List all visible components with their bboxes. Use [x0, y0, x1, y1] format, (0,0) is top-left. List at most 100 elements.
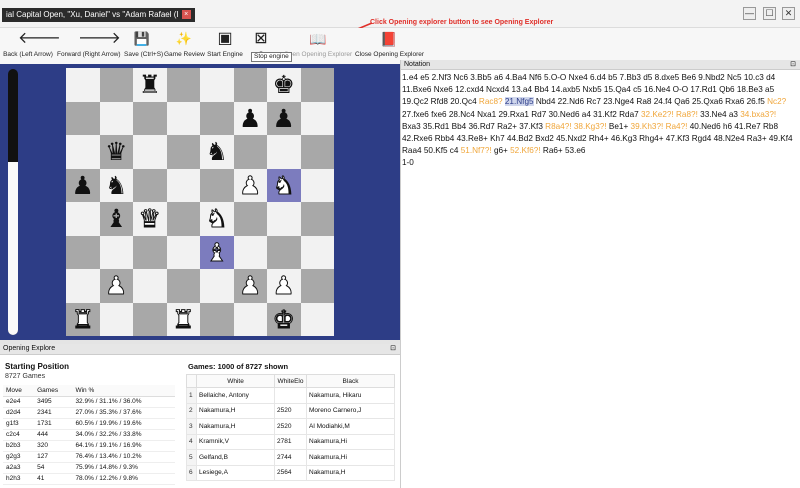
- pin-icon[interactable]: ⊡: [390, 344, 396, 354]
- move-text[interactable]: Ra6+ 53.e6: [541, 146, 586, 155]
- move-text[interactable]: 32.Ke2?! Ra8?!: [641, 110, 698, 119]
- white-knight-icon[interactable]: ♞: [272, 172, 295, 198]
- move-text[interactable]: 51.Nf7?!: [461, 146, 492, 155]
- move-text[interactable]: 39.Kh3?! Ra4?!: [631, 122, 688, 131]
- table-row[interactable]: d2d4 2341 27.0% / 35.3% / 37.6%: [3, 407, 175, 419]
- move-text[interactable]: Rac8?: [479, 97, 503, 106]
- table-row[interactable]: b2b3 320 64.1% / 19.1% / 16.9%: [3, 440, 175, 452]
- square-f4[interactable]: [233, 202, 267, 236]
- square-g1[interactable]: ♚: [267, 302, 301, 336]
- square-f8[interactable]: [233, 68, 267, 102]
- square-b8[interactable]: [99, 68, 133, 102]
- table-row[interactable]: 1 Bellaiche, Antony Nakamura, Hikaru: [186, 387, 395, 404]
- square-e7[interactable]: [200, 101, 234, 135]
- game-review-button[interactable]: ✨ Game Review: [164, 28, 205, 64]
- document-tab[interactable]: ial Capital Open, "Xu, Daniel" vs "Adam …: [2, 8, 195, 22]
- square-g3[interactable]: [267, 235, 301, 269]
- table-row[interactable]: 5 Gelfand,B 2744 Nakamura,Hi: [186, 449, 395, 466]
- move-text[interactable]: 34.bxa3?!: [740, 110, 776, 119]
- square-h2[interactable]: [300, 269, 334, 303]
- move-text[interactable]: 27.fxe6 fxe6 28.Nc4 Nxa1 29.Rxa1 Rd7 30.…: [402, 110, 641, 119]
- move-text[interactable]: Bxa3 35.Rd1 Bb4 36.Rd7 Ra2+ 37.Kf3: [402, 122, 545, 131]
- save-button[interactable]: 💾 Save (Ctrl+S): [124, 28, 163, 64]
- current-move[interactable]: 21.Nfg5: [504, 97, 534, 107]
- square-d4[interactable]: [166, 202, 200, 236]
- black-pawn-icon[interactable]: ♟: [72, 173, 94, 198]
- table-row[interactable]: a2a3 54 75.9% / 14.8% / 9.3%: [3, 462, 175, 474]
- white-queen-icon[interactable]: ♛: [138, 206, 161, 232]
- open-opening-explorer-button[interactable]: 📖 Open Opening Explorer: [283, 28, 353, 64]
- square-b1[interactable]: [99, 302, 133, 336]
- table-row[interactable]: h2h3 41 78.0% / 12.2% / 9.8%: [3, 473, 175, 485]
- forward-button[interactable]: 🡒 Forward (Right Arrow): [57, 28, 121, 64]
- black-pawn-icon[interactable]: ♟: [239, 106, 261, 131]
- square-a2[interactable]: [66, 269, 100, 303]
- square-g2[interactable]: ♟: [267, 269, 301, 303]
- move-text[interactable]: Be1+: [607, 122, 631, 131]
- square-e3[interactable]: ♝: [200, 235, 234, 269]
- back-button[interactable]: 🡐 Back (Left Arrow): [3, 28, 61, 64]
- square-d8[interactable]: [166, 68, 200, 102]
- minimize-button[interactable]: —: [743, 7, 756, 20]
- white-pawn-icon[interactable]: ♟: [105, 273, 128, 299]
- column-header[interactable]: Games: [34, 385, 73, 397]
- square-h7[interactable]: [300, 101, 334, 135]
- white-pawn-icon[interactable]: ♟: [272, 273, 295, 299]
- maximize-button[interactable]: ☐: [763, 7, 776, 20]
- square-c8[interactable]: ♜: [133, 68, 167, 102]
- square-c1[interactable]: [133, 302, 167, 336]
- square-a8[interactable]: [66, 68, 100, 102]
- column-header[interactable]: White: [196, 374, 275, 388]
- black-queen-icon[interactable]: ♛: [105, 139, 127, 164]
- move-text[interactable]: 52.Kf6?!: [510, 146, 541, 155]
- white-king-icon[interactable]: ♚: [272, 306, 295, 332]
- black-rook-icon[interactable]: ♜: [139, 72, 161, 97]
- square-f5[interactable]: ♟: [233, 168, 267, 202]
- square-a7[interactable]: [66, 101, 100, 135]
- square-d5[interactable]: [166, 168, 200, 202]
- square-d7[interactable]: [166, 101, 200, 135]
- close-opening-explorer-button[interactable]: 📕 Close Opening Explorer: [355, 28, 424, 64]
- column-header[interactable]: Black: [306, 374, 395, 388]
- chess-board[interactable]: ♜ ♚ ♟ ♟ ♛ ♞ ♟ ♞ ♟ ♞ ♝ ♛ ♞ ♝ ♟ ♟ ♟ ♜ ♜ ♚: [66, 68, 334, 336]
- square-g7[interactable]: ♟: [267, 101, 301, 135]
- start-engine-button[interactable]: ▣ Start Engine: [206, 28, 244, 64]
- white-pawn-icon[interactable]: ♟: [239, 273, 262, 299]
- table-row[interactable]: 3 Nakamura,H 2520 Al Modiahki,M: [186, 418, 395, 435]
- white-bishop-icon[interactable]: ♝: [205, 239, 228, 265]
- square-f1[interactable]: [233, 302, 267, 336]
- square-b6[interactable]: ♛: [99, 135, 133, 169]
- move-text[interactable]: g6+: [492, 146, 510, 155]
- square-h3[interactable]: [300, 235, 334, 269]
- square-e6[interactable]: ♞: [200, 135, 234, 169]
- black-knight-icon[interactable]: ♞: [105, 173, 127, 198]
- square-e4[interactable]: ♞: [200, 202, 234, 236]
- table-row[interactable]: e2e4 3495 32.9% / 31.1% / 36.0%: [3, 396, 175, 408]
- close-window-button[interactable]: ✕: [782, 7, 795, 20]
- square-e1[interactable]: [200, 302, 234, 336]
- square-f7[interactable]: ♟: [233, 101, 267, 135]
- square-e5[interactable]: [200, 168, 234, 202]
- square-b7[interactable]: [99, 101, 133, 135]
- square-f3[interactable]: [233, 235, 267, 269]
- move-text[interactable]: R8a4?! 38.Kg3?!: [545, 122, 606, 131]
- table-row[interactable]: g1f3 1731 60.5% / 19.9% / 19.6%: [3, 418, 175, 430]
- square-c2[interactable]: [133, 269, 167, 303]
- column-header[interactable]: Win %: [72, 385, 175, 397]
- square-c6[interactable]: [133, 135, 167, 169]
- square-b4[interactable]: ♝: [99, 202, 133, 236]
- square-g4[interactable]: [267, 202, 301, 236]
- move-text[interactable]: 33.Ne4 a3: [698, 110, 740, 119]
- black-knight-icon[interactable]: ♞: [206, 139, 228, 164]
- square-c3[interactable]: [133, 235, 167, 269]
- move-text[interactable]: Nbd4 22.Nd6 Rc7 23.Nge4 Ra8 24.f4 Qa6 25…: [534, 97, 768, 106]
- white-rook-icon[interactable]: ♜: [172, 306, 195, 332]
- square-c7[interactable]: [133, 101, 167, 135]
- column-header[interactable]: WhiteElo: [274, 374, 307, 388]
- column-header[interactable]: [186, 374, 197, 388]
- square-d6[interactable]: [166, 135, 200, 169]
- square-f6[interactable]: [233, 135, 267, 169]
- square-c4[interactable]: ♛: [133, 202, 167, 236]
- white-knight-icon[interactable]: ♞: [205, 206, 228, 232]
- square-a3[interactable]: [66, 235, 100, 269]
